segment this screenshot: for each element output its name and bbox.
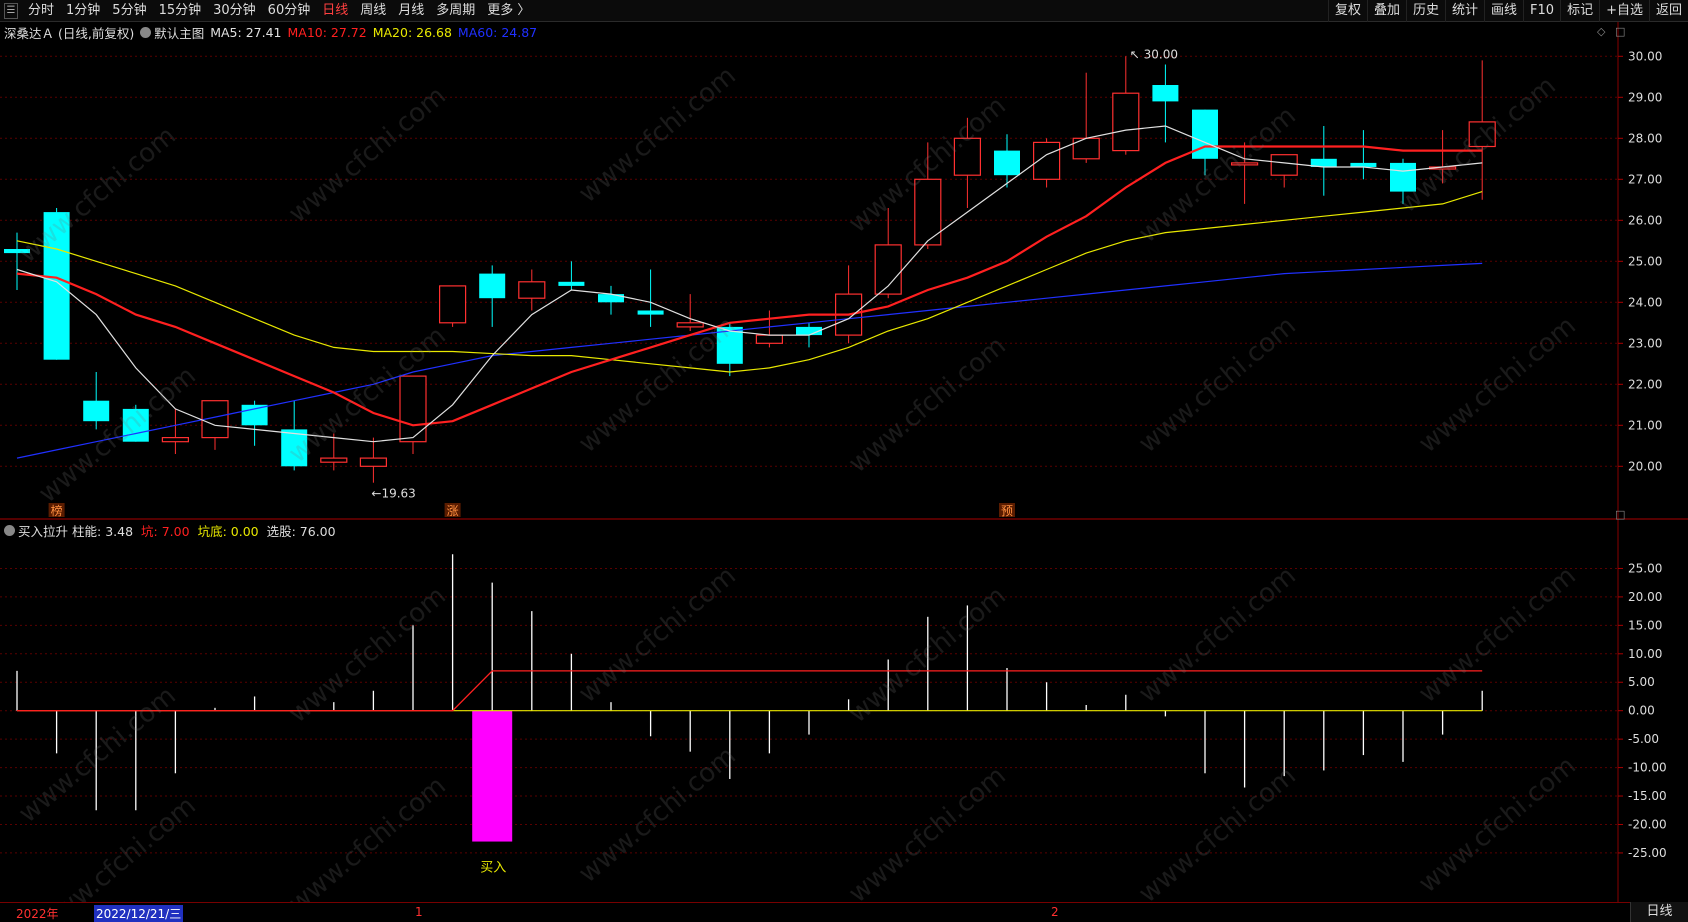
settings-icon[interactable] bbox=[140, 26, 152, 38]
candle-body bbox=[1112, 92, 1140, 152]
candle-body bbox=[676, 322, 704, 328]
stock-name: 深桑达Ａ (日线,前复权) bbox=[4, 25, 135, 41]
diamond-icon[interactable]: ◇ bbox=[1597, 25, 1605, 38]
buy-signal-bar bbox=[472, 710, 513, 842]
candle-body bbox=[241, 404, 268, 426]
y-tick-label: 25.00 bbox=[1628, 254, 1662, 268]
candle-body bbox=[1072, 137, 1100, 160]
sub-y-tick-label: -20.00 bbox=[1628, 817, 1667, 831]
cursor-date: 2022/12/21/三 bbox=[94, 905, 184, 922]
date-axis: 2022年 2022/12/21/三 1 2 bbox=[0, 902, 1688, 922]
buy-label: 买入 bbox=[480, 861, 506, 876]
y-tick-label: 21.00 bbox=[1628, 418, 1662, 432]
candle-body bbox=[320, 457, 348, 463]
ma60-line bbox=[16, 262, 1483, 459]
y-tick-label: 20.00 bbox=[1628, 459, 1662, 473]
candle-body bbox=[755, 334, 784, 344]
candle-body bbox=[1350, 162, 1377, 167]
sub-y-tick-label: -10.00 bbox=[1628, 761, 1667, 775]
ma60-label: MA60: 24.87 bbox=[457, 24, 538, 40]
keng-label: 坑: 7.00 bbox=[141, 523, 190, 539]
candle-body bbox=[479, 273, 506, 299]
sub-y-tick-label: 20.00 bbox=[1628, 590, 1662, 604]
y-tick-label: 29.00 bbox=[1628, 90, 1662, 104]
high-marker: ↖ 30.00 bbox=[1130, 47, 1178, 61]
template-name[interactable]: 默认主图 bbox=[154, 23, 204, 42]
candle-body bbox=[558, 281, 585, 286]
indicator-legend: 买入拉升 柱能: 3.48 坑: 7.00 坑底: 0.00 选股: 76.00 bbox=[4, 521, 344, 540]
candle-body bbox=[1270, 154, 1298, 176]
candle-body bbox=[914, 178, 942, 246]
sub-y-tick-label: -5.00 bbox=[1628, 732, 1659, 746]
kengdi-label: 坑底: 0.00 bbox=[197, 523, 259, 539]
y-tick-label: 24.00 bbox=[1628, 295, 1662, 309]
candle-body bbox=[994, 150, 1020, 176]
period-tag[interactable]: 日线 bbox=[1630, 902, 1688, 922]
y-tick-label: 22.00 bbox=[1628, 377, 1662, 391]
year-label: 2022年 bbox=[16, 907, 59, 921]
sub-y-tick-label: -25.00 bbox=[1628, 846, 1667, 860]
square-icon[interactable]: □ bbox=[1615, 25, 1625, 38]
month-label-2: 2 bbox=[1051, 905, 1059, 919]
candle-body bbox=[4, 249, 30, 254]
candle-body bbox=[953, 137, 982, 176]
signal-mark: 涨 bbox=[447, 503, 459, 518]
settings-icon[interactable] bbox=[4, 524, 15, 536]
ma20-line bbox=[16, 191, 1483, 373]
candle-body bbox=[598, 294, 624, 303]
candle-body bbox=[1152, 85, 1179, 102]
candle-body bbox=[359, 457, 387, 467]
ma5-label: MA5: 27.41 bbox=[210, 24, 282, 40]
candle-body bbox=[43, 212, 70, 360]
candle-body bbox=[439, 285, 467, 324]
candle-body bbox=[637, 310, 664, 315]
zhuneng-label: 柱能: 3.48 bbox=[72, 523, 134, 539]
candle-body bbox=[1468, 121, 1496, 148]
ma10-line bbox=[16, 145, 1483, 427]
y-tick-label: 30.00 bbox=[1628, 49, 1662, 63]
y-tick-label: 26.00 bbox=[1628, 213, 1662, 227]
candle-body bbox=[122, 408, 149, 442]
candle-body bbox=[399, 375, 427, 443]
signal-mark: 榜 bbox=[51, 503, 63, 518]
candle-body bbox=[874, 244, 902, 295]
sub-y-tick-label: 15.00 bbox=[1628, 618, 1662, 632]
chart-area[interactable]: 30.0029.0028.0027.0026.0025.0024.0023.00… bbox=[0, 0, 1688, 922]
main-chart-legend: 深桑达Ａ (日线,前复权) 默认主图 MA5: 27.41 MA10: 27.7… bbox=[4, 23, 543, 42]
keng-line bbox=[17, 670, 1483, 712]
sub-y-tick-label: 0.00 bbox=[1628, 704, 1655, 718]
ma10-label: MA10: 27.72 bbox=[287, 24, 367, 40]
candle-body bbox=[83, 400, 110, 422]
square-icon[interactable]: □ bbox=[1615, 508, 1625, 521]
month-label-1: 1 bbox=[415, 905, 423, 919]
candle-body bbox=[161, 437, 189, 443]
candle-body bbox=[1390, 162, 1416, 192]
y-tick-label: 23.00 bbox=[1628, 336, 1662, 350]
sub-y-tick-label: 10.00 bbox=[1628, 647, 1662, 661]
y-tick-label: 27.00 bbox=[1628, 172, 1662, 186]
signal-mark: 预 bbox=[1001, 504, 1013, 518]
xuangu-label: 选股: 76.00 bbox=[266, 523, 336, 539]
candle-body bbox=[518, 281, 546, 299]
y-tick-label: 28.00 bbox=[1628, 131, 1662, 145]
candle-body bbox=[1230, 162, 1259, 166]
sub-y-tick-label: -15.00 bbox=[1628, 789, 1667, 803]
low-marker: ←19.63 bbox=[371, 486, 415, 500]
indicator-name[interactable]: 买入拉升 bbox=[18, 521, 68, 540]
sub-y-tick-label: 25.00 bbox=[1628, 561, 1662, 575]
ma5-line bbox=[16, 125, 1483, 443]
ma20-label: MA20: 26.68 bbox=[372, 24, 452, 40]
sub-y-tick-label: 5.00 bbox=[1628, 675, 1655, 689]
